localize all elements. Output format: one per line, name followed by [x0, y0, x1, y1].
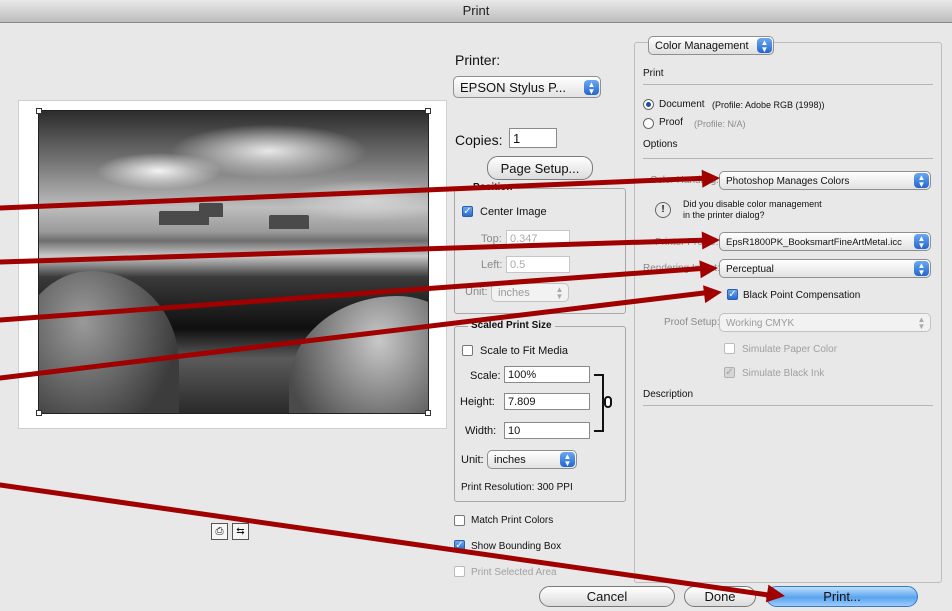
- arrow-to-printer-profile: [0, 237, 713, 265]
- arrow-to-print-button: [0, 482, 778, 599]
- arrow-to-print-button-head: [765, 584, 785, 603]
- arrow-to-color-handling: [0, 175, 713, 211]
- arrow-to-rendering-intent-head: [699, 260, 718, 279]
- arrow-to-black-point-head: [703, 285, 722, 304]
- arrow-to-color-handling-head: [701, 169, 720, 188]
- arrow-to-rendering-intent: [0, 265, 711, 323]
- arrow-to-black-point: [0, 289, 715, 381]
- arrow-to-printer-profile-head: [701, 231, 720, 250]
- annotation-arrows: [0, 169, 785, 603]
